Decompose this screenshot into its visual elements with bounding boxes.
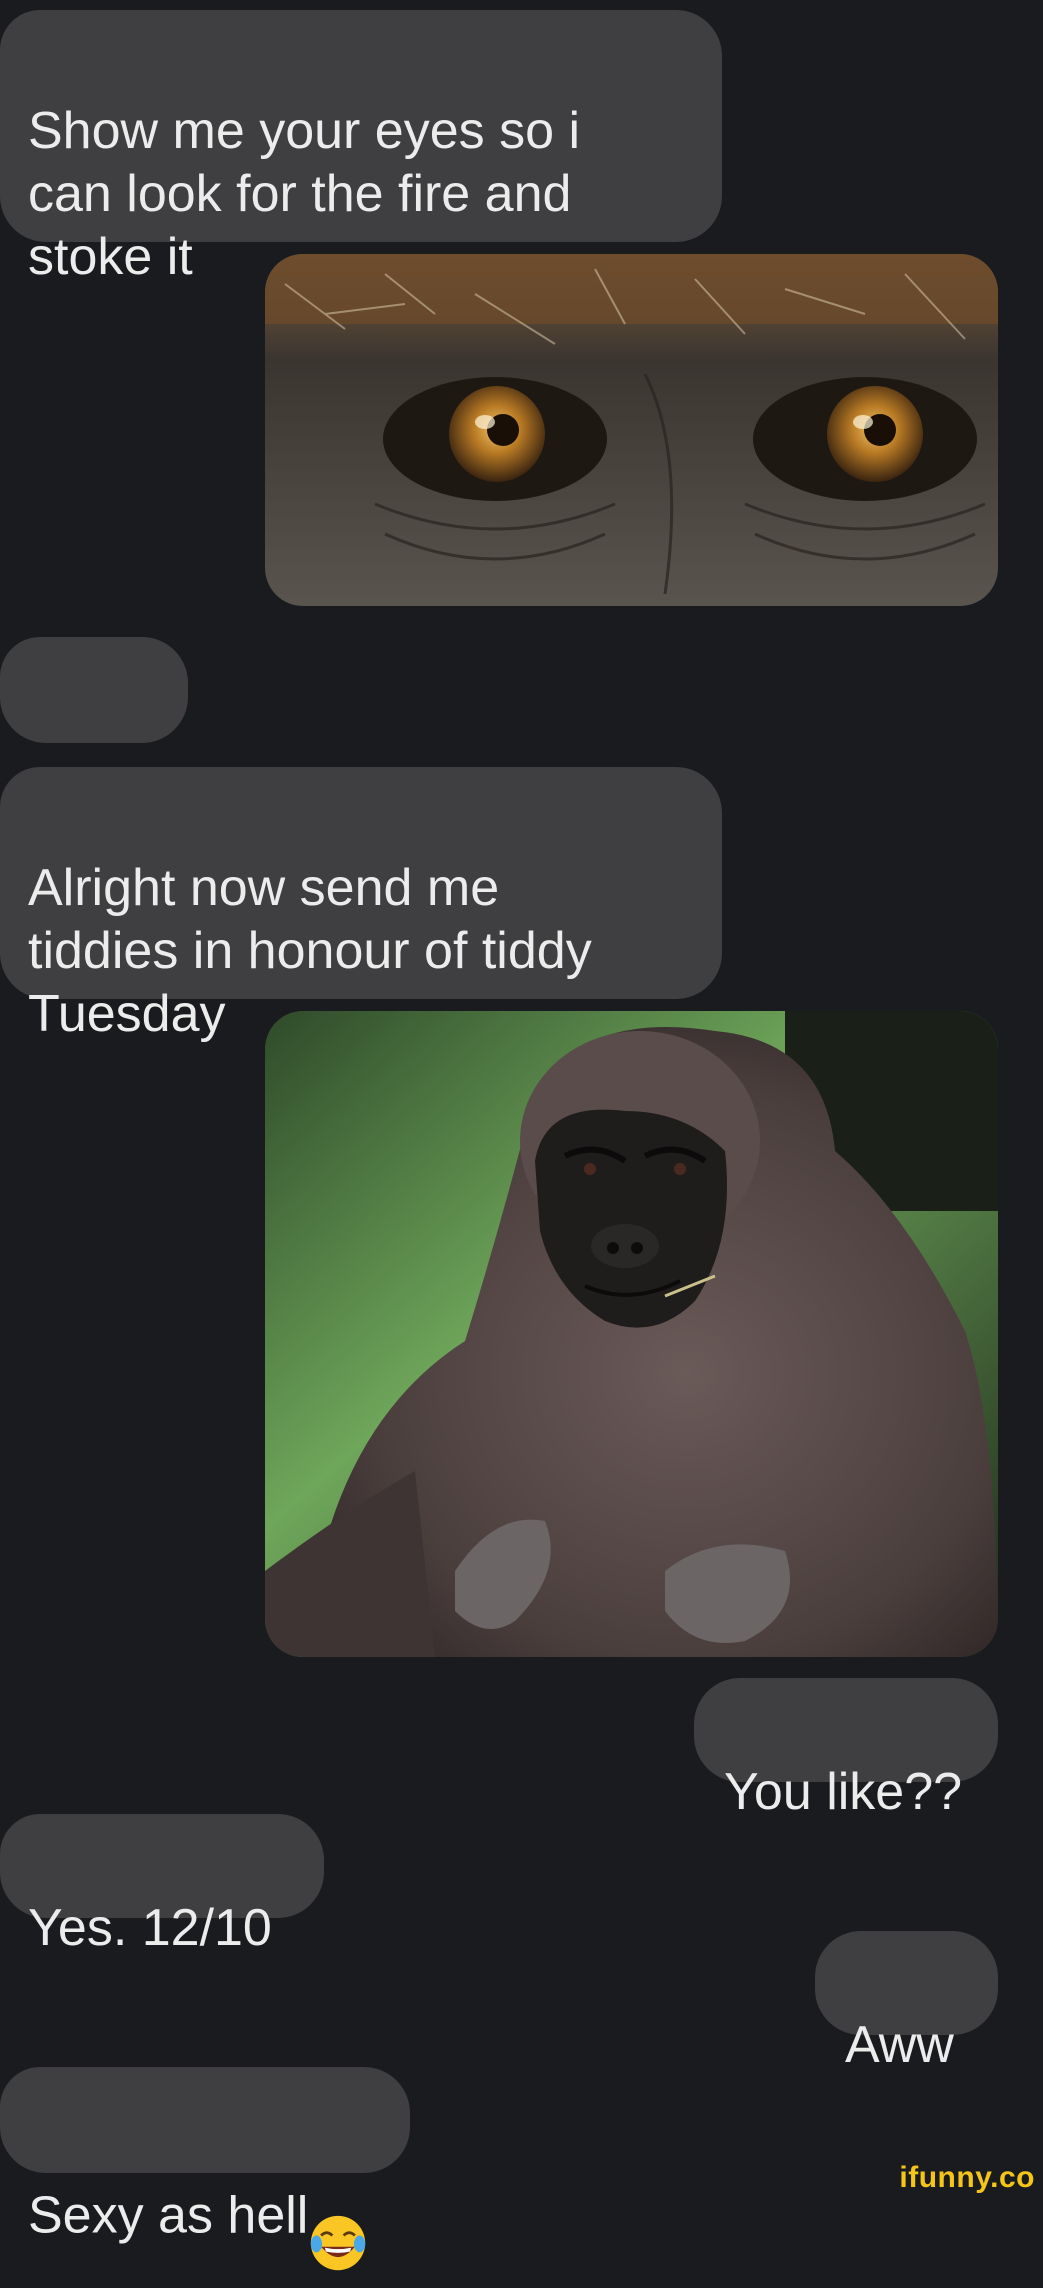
- ifunny-watermark: ifunny.co: [899, 2161, 1035, 2195]
- message-bubble-incoming[interactable]: Yes. 12/10: [0, 1814, 324, 1957]
- message-text: Aww: [845, 2016, 954, 2074]
- message-bubble-incoming[interactable]: Alright now send me tiddies in honour of…: [0, 767, 722, 1043]
- message-bubble-emoji[interactable]: [0, 637, 188, 986]
- laughing-tears-emoji-icon: [308, 2150, 368, 2288]
- message-text: You like??: [724, 1763, 963, 1821]
- message-bubble-incoming[interactable]: Show me your eyes so i can look for the …: [0, 10, 722, 286]
- watermark-text: ifunny.co: [899, 2161, 1035, 2194]
- image-message-gorilla[interactable]: [265, 1011, 998, 1657]
- gorilla-photo: [265, 1011, 998, 1657]
- message-bubble-outgoing[interactable]: You like??: [694, 1678, 998, 1821]
- message-text: Yes. 12/10: [28, 1899, 272, 1957]
- message-bubble-outgoing[interactable]: Aww: [815, 1931, 998, 2074]
- image-message-ape-eyes[interactable]: [265, 254, 998, 606]
- message-text: Sexy as hell: [28, 2186, 309, 2245]
- message-bubble-incoming[interactable]: Sexy as hell: [0, 2067, 410, 2271]
- ape-eyes-photo: [265, 254, 998, 606]
